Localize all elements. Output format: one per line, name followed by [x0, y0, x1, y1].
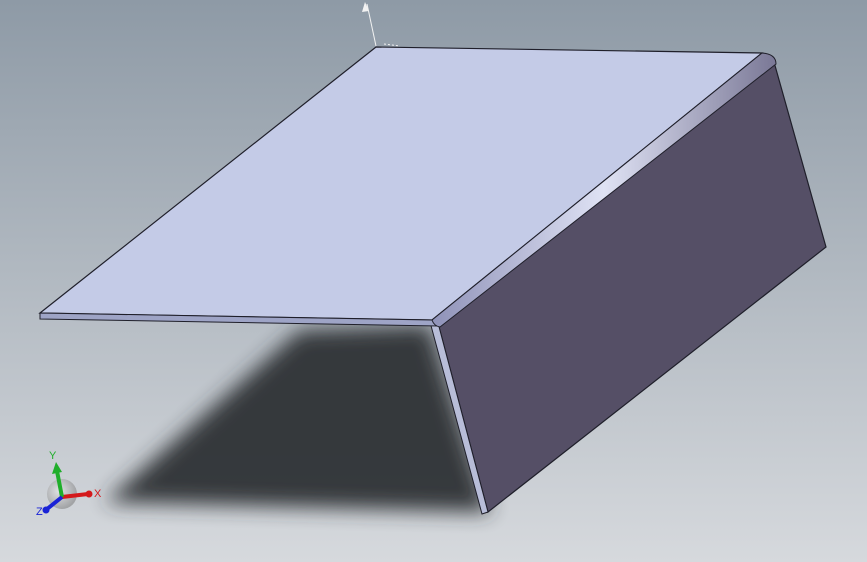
triad-x-label: X	[94, 488, 102, 500]
triad-x-tip	[85, 490, 93, 498]
triad-z-label: Z	[36, 506, 43, 518]
triad-z-tip	[42, 506, 50, 514]
model-scene[interactable]: X Y Z	[0, 0, 867, 562]
graphics-viewport[interactable]: X Y Z	[0, 0, 867, 562]
triad-y-label: Y	[49, 450, 57, 462]
